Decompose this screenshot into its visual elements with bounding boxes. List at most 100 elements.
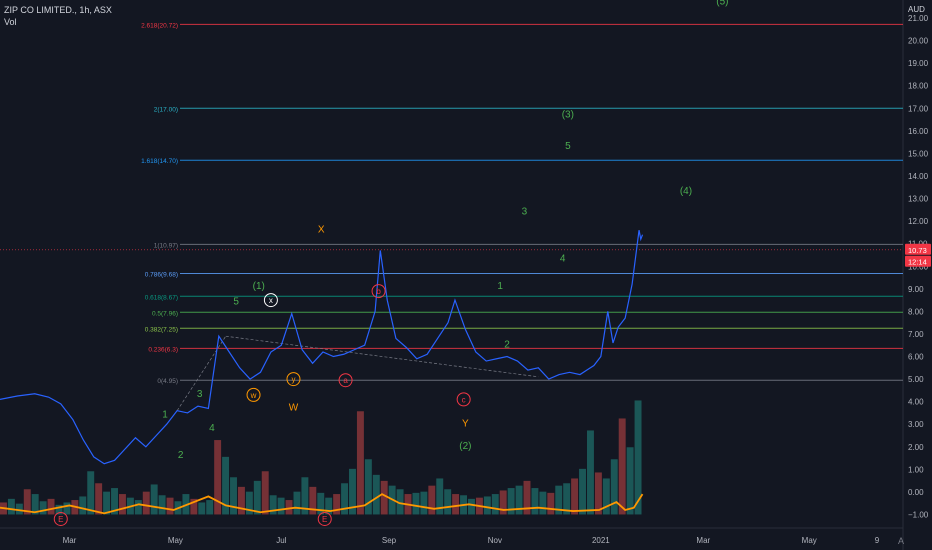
volume-bar xyxy=(444,489,452,515)
volume-bar xyxy=(594,472,602,515)
time-axis-tick: Mar xyxy=(696,536,710,545)
price-axis-tick: 14.00 xyxy=(908,172,929,181)
fib-level-label: 0.5(7.96) xyxy=(152,310,178,317)
fib-level-label: 2.618(20.72) xyxy=(141,22,178,29)
volume-bar xyxy=(253,480,261,515)
volume-bar xyxy=(7,498,15,515)
volume-bar xyxy=(237,486,245,515)
symbol-title[interactable]: ZIP CO LIMITED., 1h, ASX xyxy=(4,5,112,15)
price-axis-tick: 5.00 xyxy=(908,375,924,384)
volume-bar xyxy=(515,485,523,515)
wave-circle-label: a xyxy=(343,376,348,385)
volume-bar xyxy=(230,477,237,515)
volume-bar xyxy=(610,459,618,515)
price-axis-tick: 20.00 xyxy=(908,37,929,46)
wave-circle-label: b xyxy=(376,287,381,296)
time-axis-tick: Mar xyxy=(63,536,77,545)
wave-circle-label: w xyxy=(250,391,257,400)
wave-label: 1 xyxy=(162,409,168,420)
volume-bar xyxy=(261,471,269,515)
price-axis-tick: 18.00 xyxy=(908,82,929,91)
volume-bar xyxy=(428,485,436,515)
fib-level-label: 0.236(6.3) xyxy=(148,346,178,353)
volume-bar xyxy=(380,480,388,515)
price-axis-tick: 1.00 xyxy=(908,465,924,474)
wave-label: (3) xyxy=(562,109,574,120)
fib-level-label: 0.618(8.67) xyxy=(145,294,178,301)
volume-bar xyxy=(539,491,547,515)
volume-indicator-label[interactable]: Vol xyxy=(4,17,17,27)
volume-bar xyxy=(63,502,71,515)
volume-bar xyxy=(547,492,555,515)
volume-bar xyxy=(626,447,634,515)
time-axis-tick: Nov xyxy=(488,536,502,545)
price-axis-tick: 3.00 xyxy=(908,420,924,429)
fib-level-label: 1.618(14.70) xyxy=(141,158,178,165)
volume-bar xyxy=(364,459,372,515)
wave-label: 2 xyxy=(504,339,510,350)
volume-bar xyxy=(531,488,539,515)
wave-label: Y xyxy=(462,418,469,429)
volume-bar xyxy=(277,497,285,515)
price-tag-label: 12:14 xyxy=(908,258,927,267)
auto-scale-toggle[interactable]: A xyxy=(898,536,904,546)
time-axis-tick: May xyxy=(168,536,183,545)
price-chart[interactable]: 21.0020.0019.0018.0017.0016.0015.0014.00… xyxy=(0,0,932,550)
wave-label: 3 xyxy=(197,389,203,400)
volume-bar xyxy=(452,494,460,515)
volume-bar xyxy=(79,496,87,515)
volume-bar xyxy=(356,411,364,515)
volume-bar xyxy=(95,483,103,515)
wave-label: (5) xyxy=(716,0,728,8)
volume-bar xyxy=(293,491,301,515)
price-axis-tick: 15.00 xyxy=(908,149,929,158)
volume-bar xyxy=(468,498,475,515)
wave-circle-label: y xyxy=(291,375,295,384)
volume-bar xyxy=(325,497,333,515)
price-axis-tick: 2.00 xyxy=(908,443,924,452)
volume-bar xyxy=(134,500,142,515)
fib-level-label: 2(17.00) xyxy=(154,106,178,113)
price-axis-tick: 13.00 xyxy=(908,195,929,204)
volume-bar xyxy=(618,418,626,515)
wave-circle-label: E xyxy=(322,515,327,524)
wave-label: X xyxy=(318,224,325,235)
volume-bar xyxy=(499,490,507,515)
wave-label: 1 xyxy=(497,281,503,292)
price-axis-tick: 17.00 xyxy=(908,104,929,113)
volume-bar xyxy=(87,471,95,515)
price-axis-tick: −1.00 xyxy=(908,510,929,519)
wave-label: (2) xyxy=(459,441,471,452)
wave-circle-label: c xyxy=(462,395,466,404)
time-axis-tick: 2021 xyxy=(592,536,610,545)
chart-background xyxy=(0,0,932,550)
currency-label: AUD xyxy=(908,5,925,14)
wave-circle-label: x xyxy=(269,296,273,305)
fib-level-label: 0.382(7.25) xyxy=(145,326,178,333)
time-axis-tick: Sep xyxy=(382,536,397,545)
volume-bar xyxy=(47,498,55,515)
price-axis-tick: 21.00 xyxy=(908,14,929,23)
price-axis-tick: 9.00 xyxy=(908,285,924,294)
volume-bar xyxy=(150,484,158,515)
wave-label: 3 xyxy=(522,206,528,217)
wave-label: 5 xyxy=(565,141,571,152)
volume-bar xyxy=(142,491,150,515)
volume-bar xyxy=(372,474,380,515)
volume-bar xyxy=(491,494,499,515)
price-axis-tick: 16.00 xyxy=(908,127,929,136)
fib-level-label: 0.786(9.68) xyxy=(145,271,178,278)
volume-bar xyxy=(103,491,111,515)
volume-bar xyxy=(412,492,420,515)
volume-bar xyxy=(483,496,491,515)
volume-bar xyxy=(420,491,428,515)
volume-bar xyxy=(166,497,174,515)
price-tag-label: 10.73 xyxy=(908,246,927,255)
wave-label: 4 xyxy=(209,423,215,434)
price-axis-tick: 6.00 xyxy=(908,353,924,362)
volume-bar xyxy=(586,430,594,515)
fib-level-label: 1(10.97) xyxy=(154,242,178,249)
wave-label: (1) xyxy=(253,281,265,292)
volume-bar xyxy=(285,500,293,515)
wave-label: 4 xyxy=(560,254,566,265)
